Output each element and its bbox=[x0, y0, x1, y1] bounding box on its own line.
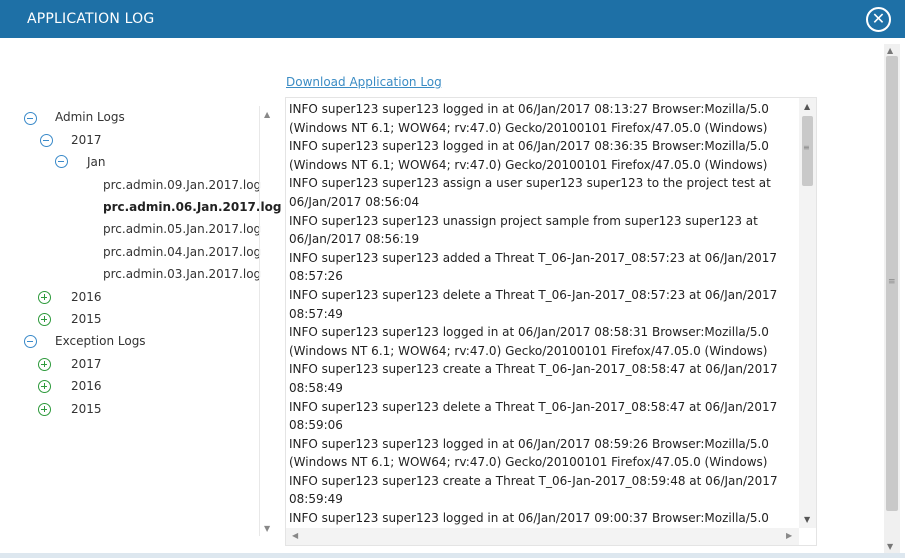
log-line: INFO super123 super123 assign a user sup… bbox=[289, 176, 771, 191]
log-line: (Windows NT 6.1; WOW64; rv:47.0) Gecko/2… bbox=[289, 157, 768, 172]
dialog-vertical-scrollbar[interactable]: ▲ ≡ ▼ bbox=[884, 44, 900, 553]
log-line: INFO super123 super123 create a Threat T… bbox=[289, 473, 778, 488]
scroll-down-icon[interactable]: ▼ bbox=[887, 542, 893, 551]
tree-file-item[interactable]: prc.admin.05.Jan.2017.log bbox=[103, 222, 261, 236]
tree-node-exc-2017[interactable]: 2017 bbox=[71, 357, 102, 371]
tree-node-exc-2015[interactable]: 2015 bbox=[71, 402, 102, 416]
tree-node-admin-jan[interactable]: Jan bbox=[87, 155, 106, 169]
scroll-down-icon[interactable]: ▼ bbox=[804, 515, 810, 524]
log-line: 08:59:49 bbox=[289, 492, 343, 507]
tree-file-item[interactable]: prc.admin.09.Jan.2017.log bbox=[103, 178, 261, 192]
scroll-left-icon[interactable]: ◀ bbox=[292, 531, 298, 540]
expand-icon[interactable] bbox=[38, 403, 51, 416]
tree-node-exc-2016[interactable]: 2016 bbox=[71, 379, 102, 393]
log-line: INFO super123 super123 logged in at 06/J… bbox=[289, 511, 769, 526]
log-line: INFO super123 super123 unassign project … bbox=[289, 213, 758, 228]
log-line: 08:57:26 bbox=[289, 269, 343, 284]
dialog-title: APPLICATION LOG bbox=[27, 11, 155, 27]
close-icon[interactable]: ✕ bbox=[866, 7, 891, 32]
scroll-up-icon[interactable]: ▲ bbox=[264, 110, 270, 119]
scroll-up-icon[interactable]: ▲ bbox=[804, 102, 810, 111]
grip-icon: ≡ bbox=[803, 143, 810, 152]
log-line: 08:58:49 bbox=[289, 380, 343, 395]
log-text-area: INFO super123 super123 logged in at 06/J… bbox=[289, 100, 799, 528]
log-line: 08:59:06 bbox=[289, 418, 343, 433]
dialog-bottom-border bbox=[0, 553, 905, 558]
tree-scrollbar[interactable]: ▲ ▼ bbox=[259, 106, 275, 536]
tree-node-admin-2015[interactable]: 2015 bbox=[71, 312, 102, 326]
collapse-icon[interactable] bbox=[24, 112, 37, 125]
download-application-log-link[interactable]: Download Application Log bbox=[286, 75, 442, 89]
log-line: INFO super123 super123 create a Threat T… bbox=[289, 362, 778, 377]
log-line: INFO super123 super123 added a Threat T_… bbox=[289, 250, 778, 265]
log-viewer: INFO super123 super123 logged in at 06/J… bbox=[285, 97, 817, 546]
scroll-down-icon[interactable]: ▼ bbox=[264, 524, 270, 533]
expand-icon[interactable] bbox=[38, 291, 51, 304]
tree-file-item[interactable]: prc.admin.04.Jan.2017.log bbox=[103, 245, 261, 259]
title-bar: APPLICATION LOG ✕ bbox=[0, 0, 905, 38]
log-line: 08:57:49 bbox=[289, 306, 343, 321]
collapse-icon[interactable] bbox=[40, 134, 53, 147]
log-horizontal-scrollbar[interactable]: ◀ ▶ bbox=[286, 528, 799, 545]
log-line: INFO super123 super123 logged in at 06/J… bbox=[289, 139, 769, 154]
scroll-up-icon[interactable]: ▲ bbox=[887, 46, 893, 55]
log-line: INFO super123 super123 logged in at 06/J… bbox=[289, 436, 769, 451]
log-line: INFO super123 super123 logged in at 06/J… bbox=[289, 102, 769, 116]
log-line: (Windows NT 6.1; WOW64; rv:47.0) Gecko/2… bbox=[289, 120, 768, 135]
log-line: INFO super123 super123 delete a Threat T… bbox=[289, 399, 778, 414]
expand-icon[interactable] bbox=[38, 358, 51, 371]
expand-icon[interactable] bbox=[38, 313, 51, 326]
collapse-icon[interactable] bbox=[24, 335, 37, 348]
scroll-right-icon[interactable]: ▶ bbox=[786, 531, 792, 540]
log-tree: Admin Logs 2017 Jan prc.admin.09.Jan.201… bbox=[18, 106, 281, 536]
log-line: INFO super123 super123 delete a Threat T… bbox=[289, 287, 778, 302]
log-vertical-scrollbar[interactable]: ▲ ≡ ▼ bbox=[799, 98, 816, 528]
tree-node-exception-logs[interactable]: Exception Logs bbox=[55, 334, 146, 348]
tree-node-admin-2016[interactable]: 2016 bbox=[71, 290, 102, 304]
tree-file-item[interactable]: prc.admin.03.Jan.2017.log bbox=[103, 267, 261, 281]
tree-file-item-selected[interactable]: prc.admin.06.Jan.2017.log bbox=[103, 200, 281, 214]
log-line: INFO super123 super123 logged in at 06/J… bbox=[289, 325, 769, 340]
tree-node-admin-logs[interactable]: Admin Logs bbox=[55, 110, 125, 124]
application-log-dialog: APPLICATION LOG ✕ Admin Logs 2017 Jan pr… bbox=[0, 0, 905, 558]
collapse-icon[interactable] bbox=[55, 155, 68, 168]
tree-node-admin-2017[interactable]: 2017 bbox=[71, 133, 102, 147]
log-line: 06/Jan/2017 08:56:19 bbox=[289, 232, 420, 247]
log-line: 06/Jan/2017 08:56:04 bbox=[289, 194, 420, 209]
grip-icon: ≡ bbox=[888, 277, 896, 287]
log-line: (Windows NT 6.1; WOW64; rv:47.0) Gecko/2… bbox=[289, 343, 768, 358]
log-line: (Windows NT 6.1; WOW64; rv:47.0) Gecko/2… bbox=[289, 455, 768, 470]
expand-icon[interactable] bbox=[38, 380, 51, 393]
